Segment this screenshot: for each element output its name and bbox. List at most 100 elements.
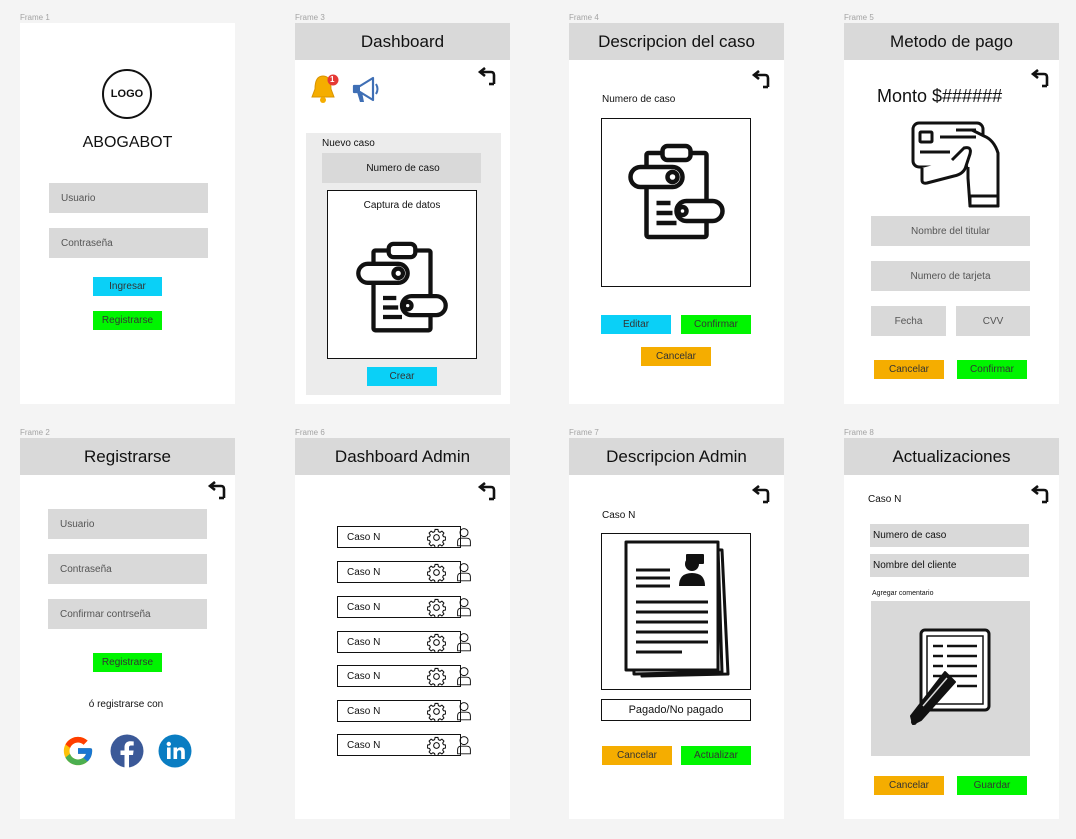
page-title: Metodo de pago (844, 23, 1059, 60)
password-input[interactable]: Contraseña (48, 554, 207, 584)
back-arrow-icon[interactable] (206, 481, 228, 501)
gear-icon[interactable] (427, 563, 446, 582)
frame-label: Frame 6 (295, 428, 325, 437)
page-title: Descripcion del caso (569, 23, 784, 60)
register-button[interactable]: Registrarse (93, 311, 162, 330)
gear-icon[interactable] (427, 528, 446, 547)
cancel-button[interactable]: Cancelar (874, 776, 944, 795)
page-title: Dashboard Admin (295, 438, 510, 475)
case-label: Caso N (347, 636, 381, 648)
amount-text: Monto $###### (877, 86, 1003, 106)
username-input[interactable]: Usuario (49, 183, 208, 213)
cancel-button[interactable]: Cancelar (602, 746, 672, 765)
back-arrow-icon[interactable] (1029, 69, 1051, 89)
logo-text: LOGO (110, 88, 144, 100)
back-arrow-icon[interactable] (750, 485, 772, 505)
app-name: ABOGABOT (82, 134, 173, 151)
updates-frame: Actualizaciones Caso N Numero de caso No… (844, 438, 1059, 819)
page-title: Dashboard (295, 23, 510, 60)
register-button[interactable]: Registrarse (93, 653, 162, 672)
alternative-signup-text: ó registrarse con (88, 699, 164, 710)
resume-document-icon (624, 540, 730, 678)
clipboard-icon (624, 143, 729, 243)
confirm-password-input[interactable]: Confirmar contrseña (48, 599, 207, 629)
case-label: Caso N (868, 494, 902, 505)
user-icon[interactable] (456, 596, 472, 618)
expiry-date-input[interactable]: Fecha (871, 306, 946, 336)
confirm-button[interactable]: Confirmar (957, 360, 1027, 379)
case-document-box (601, 533, 751, 690)
frame-label: Frame 2 (20, 428, 50, 437)
google-icon[interactable] (61, 734, 95, 768)
back-arrow-icon[interactable] (1029, 485, 1051, 505)
user-icon[interactable] (456, 631, 472, 653)
frame-label: Frame 3 (295, 13, 325, 22)
frame-label: Frame 4 (569, 13, 599, 22)
login-button[interactable]: Ingresar (93, 277, 162, 296)
page-title: Registrarse (20, 438, 235, 475)
cancel-button[interactable]: Cancelar (874, 360, 944, 379)
gear-icon[interactable] (427, 598, 446, 617)
user-icon[interactable] (456, 734, 472, 756)
create-button[interactable]: Crear (367, 367, 437, 386)
back-arrow-icon[interactable] (476, 482, 498, 502)
document-pencil-icon (910, 628, 991, 725)
password-input[interactable]: Contraseña (49, 228, 208, 258)
admin-description-frame: Descripcion Admin Caso N Pagado/No pagad… (569, 438, 784, 819)
logo: LOGO (102, 69, 152, 119)
edit-button[interactable]: Editar (601, 315, 671, 334)
gear-icon[interactable] (427, 702, 446, 721)
confirm-button[interactable]: Confirmar (681, 315, 751, 334)
login-frame: LOGO ABOGABOT Usuario Contraseña Ingresa… (20, 23, 235, 404)
gear-icon[interactable] (427, 667, 446, 686)
user-icon[interactable] (456, 526, 472, 548)
frame-label: Frame 5 (844, 13, 874, 22)
comment-label: Agregar comentario (872, 590, 934, 597)
back-arrow-icon[interactable] (476, 67, 498, 87)
clipboard-icon (352, 241, 452, 336)
case-label: Caso N (347, 739, 381, 751)
new-case-panel: Nuevo caso Numero de caso Captura de dat… (306, 133, 501, 395)
case-label: Caso N (347, 670, 381, 682)
client-name-input[interactable]: Nombre del cliente (870, 554, 1029, 577)
user-icon[interactable] (456, 700, 472, 722)
case-number-input[interactable]: Numero de caso (322, 153, 481, 183)
user-icon[interactable] (456, 665, 472, 687)
user-icon[interactable] (456, 561, 472, 583)
card-number-input[interactable]: Numero de tarjeta (871, 261, 1030, 291)
dashboard-frame: Dashboard 1 Nuevo caso Numero de caso Ca… (295, 23, 510, 404)
case-number-input[interactable]: Numero de caso (870, 524, 1029, 547)
page-title: Descripcion Admin (569, 438, 784, 475)
register-frame: Registrarse Usuario Contraseña Confirmar… (20, 438, 235, 819)
payment-frame: Metodo de pago Monto $###### Nombre del … (844, 23, 1059, 404)
case-description-frame: Descripcion del caso Numero de caso Edit… (569, 23, 784, 404)
cvv-input[interactable]: CVV (956, 306, 1030, 336)
save-button[interactable]: Guardar (957, 776, 1027, 795)
capture-label: Captura de datos (363, 200, 441, 211)
admin-dashboard-frame: Dashboard Admin Caso N Caso N Caso N Cas… (295, 438, 510, 819)
username-input[interactable]: Usuario (48, 509, 207, 539)
capture-box[interactable]: Captura de datos (327, 190, 477, 359)
facebook-icon[interactable] (110, 734, 144, 768)
case-label: Caso N (347, 601, 381, 613)
credit-card-hand-icon (911, 121, 1000, 208)
comment-area[interactable] (871, 601, 1030, 756)
cancel-button[interactable]: Cancelar (641, 347, 711, 366)
case-image-box (601, 118, 751, 287)
case-label: Numero de caso (602, 94, 676, 105)
linkedin-icon[interactable] (158, 734, 192, 768)
case-label: Caso N (347, 705, 381, 717)
payment-status-field[interactable]: Pagado/No pagado (601, 699, 751, 721)
megaphone-icon[interactable] (351, 75, 381, 105)
case-label: Caso N (602, 510, 636, 521)
back-arrow-icon[interactable] (750, 70, 772, 90)
cardholder-name-input[interactable]: Nombre del titular (871, 216, 1030, 246)
bell-icon[interactable] (309, 73, 339, 105)
section-title: Nuevo caso (322, 138, 375, 149)
frame-label: Frame 8 (844, 428, 874, 437)
case-label: Caso N (347, 566, 381, 578)
notification-badge: 1 (330, 75, 335, 84)
gear-icon[interactable] (427, 736, 446, 755)
update-button[interactable]: Actualizar (681, 746, 751, 765)
gear-icon[interactable] (427, 633, 446, 652)
